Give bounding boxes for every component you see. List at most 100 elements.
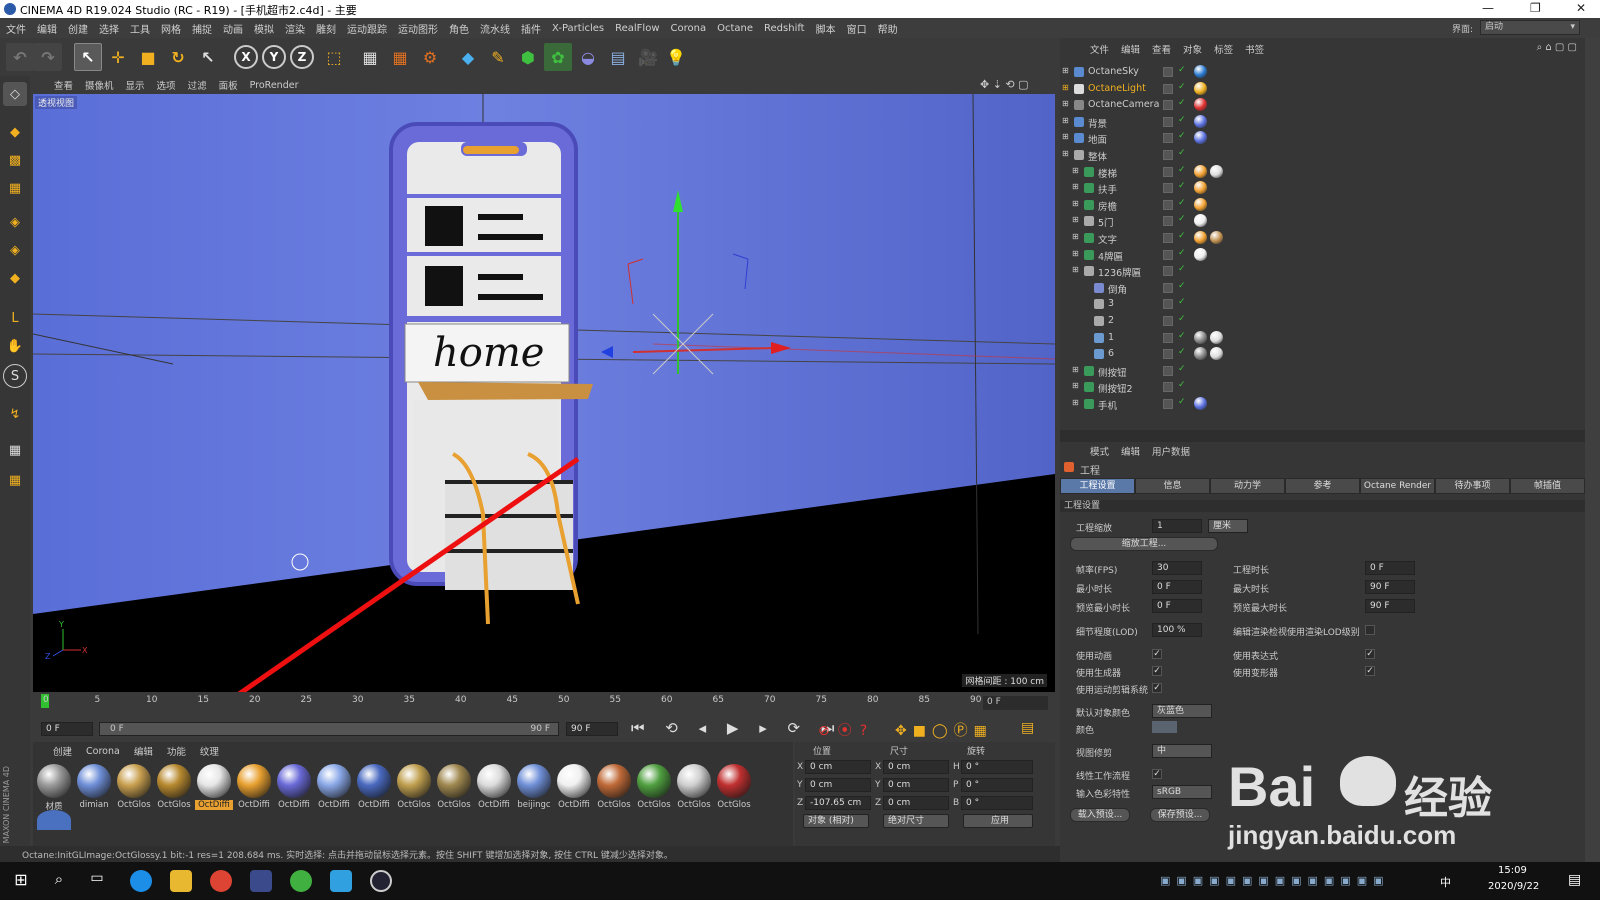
material-swatch[interactable]: 材质	[35, 762, 73, 812]
expand-icon[interactable]: ⊞	[1072, 381, 1079, 390]
object-tag-icon[interactable]	[1210, 330, 1223, 344]
ime-indicator[interactable]: 中	[1440, 874, 1451, 890]
object-row[interactable]: 3 ✓	[1060, 296, 1585, 312]
min-time-field[interactable]: 0 F	[1152, 580, 1202, 594]
expand-icon[interactable]: ⊞	[1072, 199, 1079, 208]
max-time-field[interactable]: 90 F	[1365, 580, 1415, 594]
panel-divider[interactable]	[1060, 430, 1585, 442]
viewport-nav-icons[interactable]: ✥ ⇣ ⟲ ▢	[980, 78, 1029, 91]
chrome-icon[interactable]	[210, 870, 232, 892]
default-color-dropdown[interactable]: 灰蓝色	[1152, 704, 1212, 718]
object-row[interactable]: ⊞ 地面 ✓	[1060, 130, 1585, 146]
scale-field[interactable]: 1	[1152, 519, 1202, 533]
start-frame-field[interactable]: 0 F	[41, 722, 93, 736]
size-field[interactable]: 0 cm	[883, 760, 949, 774]
end-frame-field[interactable]: 90 F	[566, 722, 618, 736]
cinema4d-taskbar-icon[interactable]	[370, 870, 392, 892]
menu-item[interactable]: 网格	[161, 21, 181, 36]
workplane-mode-icon[interactable]: ▦	[3, 176, 27, 200]
om-search-icon[interactable]: ⌕ ⌂ ▢ ▢	[1537, 42, 1577, 53]
object-row[interactable]: 1 ✓	[1060, 330, 1585, 346]
menu-item[interactable]: 工具	[130, 21, 150, 36]
size-field[interactable]: 0 cm	[883, 796, 949, 810]
material-menu-item[interactable]: Corona	[86, 746, 120, 757]
timeline-icon[interactable]: ▤	[1021, 720, 1034, 736]
material-swatch[interactable]: OctDiffi	[195, 762, 233, 810]
object-tag-icon[interactable]	[1194, 347, 1207, 361]
enabled-check-icon[interactable]: ✓	[1178, 380, 1186, 390]
menu-item[interactable]: 角色	[449, 21, 469, 36]
workplane-lock-icon[interactable]: ▦	[3, 438, 27, 462]
object-row[interactable]: ⊞ 4牌匾 ✓	[1060, 247, 1585, 263]
enabled-check-icon[interactable]: ✓	[1178, 148, 1186, 158]
expand-icon[interactable]: ⊞	[1062, 132, 1069, 141]
expand-icon[interactable]: ⊞	[1062, 83, 1069, 92]
om-menu-item[interactable]: 书签	[1245, 42, 1264, 58]
axis-mode-icon[interactable]: L	[3, 306, 27, 330]
visibility-toggle[interactable]	[1163, 382, 1173, 393]
expand-icon[interactable]: ⊞	[1072, 249, 1079, 258]
object-row[interactable]: ⊞ OctaneLight ✓	[1060, 81, 1585, 97]
visibility-toggle[interactable]	[1163, 133, 1173, 144]
om-menu-item[interactable]: 编辑	[1121, 42, 1140, 58]
duration-field[interactable]: 0 F	[1365, 561, 1415, 575]
texture-mode-icon[interactable]: ▩	[3, 148, 27, 172]
object-tag-icon[interactable]	[1210, 164, 1223, 178]
menu-item[interactable]: 创建	[68, 21, 88, 36]
apply-button[interactable]: 应用	[963, 814, 1033, 828]
object-row[interactable]: 6 ✓	[1060, 346, 1585, 362]
attr-tab[interactable]: 待办事项	[1435, 478, 1510, 494]
attr-tab[interactable]: 参考	[1285, 478, 1360, 494]
visibility-toggle[interactable]	[1163, 166, 1173, 177]
perspective-viewport[interactable]: home Y X Z 透视视图 网格间距 : 100 cm	[33, 94, 1055, 692]
system-tray-icons[interactable]: ▣▣▣▣▣▣▣▣▣▣▣▣▣▣	[1160, 874, 1390, 887]
view-clip-dropdown[interactable]: 中	[1152, 744, 1212, 758]
menu-item[interactable]: 脚本	[816, 21, 836, 36]
viewport-menu-item[interactable]: 选项	[157, 78, 176, 92]
material-swatch[interactable]: OctDiffi	[315, 762, 353, 810]
search-icon[interactable]: ⌕	[48, 870, 70, 892]
coordinate-system-icon[interactable]: ⬚	[320, 43, 348, 71]
camera-icon[interactable]: 🎥	[634, 43, 662, 71]
menu-item[interactable]: 窗口	[847, 21, 867, 36]
material-swatch[interactable]: OctDiffi	[555, 762, 593, 810]
am-menu-item[interactable]: 模式	[1090, 444, 1109, 458]
object-tag-icon[interactable]	[1194, 247, 1207, 261]
browser-icon[interactable]	[130, 870, 152, 892]
clock-date[interactable]: 2020/9/22	[1488, 881, 1539, 892]
viewport-menu-item[interactable]: 显示	[126, 78, 145, 92]
menu-item[interactable]: RealFlow	[615, 23, 659, 34]
subdivision-icon[interactable]: ⬢	[514, 43, 542, 71]
expand-icon[interactable]: ⊞	[1062, 66, 1069, 75]
object-row[interactable]: ⊞ 侧按钮 ✓	[1060, 363, 1585, 379]
input-color-dropdown[interactable]: sRGB	[1152, 785, 1212, 799]
attr-tab[interactable]: 信息	[1135, 478, 1210, 494]
enabled-check-icon[interactable]: ✓	[1178, 82, 1186, 92]
menu-item[interactable]: 流水线	[480, 21, 510, 36]
redo-icon[interactable]: ↷	[34, 43, 62, 71]
enabled-check-icon[interactable]: ✓	[1178, 364, 1186, 374]
material-swatch[interactable]: OctGlos	[595, 762, 633, 810]
mograph-cloner-icon[interactable]: ✿	[544, 43, 572, 71]
object-row[interactable]: ⊞ 楼梯 ✓	[1060, 164, 1585, 180]
preview-range-slider[interactable]: 0 F 90 F	[99, 722, 559, 736]
enabled-check-icon[interactable]: ✓	[1178, 248, 1186, 258]
snap-icon[interactable]: ↯	[3, 402, 27, 426]
clock-time[interactable]: 15:09	[1498, 865, 1527, 876]
enabled-check-icon[interactable]: ✓	[1178, 65, 1186, 75]
expand-icon[interactable]: ⊞	[1062, 149, 1069, 158]
om-menu-item[interactable]: 查看	[1152, 42, 1171, 58]
object-tag-icon[interactable]	[1194, 98, 1207, 112]
enabled-check-icon[interactable]: ✓	[1178, 131, 1186, 141]
menu-item[interactable]: 动画	[223, 21, 243, 36]
use-expr-checkbox[interactable]: ✓	[1365, 649, 1375, 659]
deformer-icon[interactable]: ◒	[574, 43, 602, 71]
visibility-toggle[interactable]	[1163, 365, 1173, 376]
expand-icon[interactable]: ⊞	[1072, 265, 1079, 274]
color-swatch[interactable]	[1152, 721, 1177, 733]
menu-item[interactable]: 帮助	[878, 21, 898, 36]
attr-tab[interactable]: 动力学	[1210, 478, 1285, 494]
object-tag-icon[interactable]	[1210, 231, 1223, 244]
pen-icon[interactable]: ✎	[484, 43, 512, 71]
coord-mode-dropdown[interactable]: 对象 (相对)	[803, 814, 869, 828]
